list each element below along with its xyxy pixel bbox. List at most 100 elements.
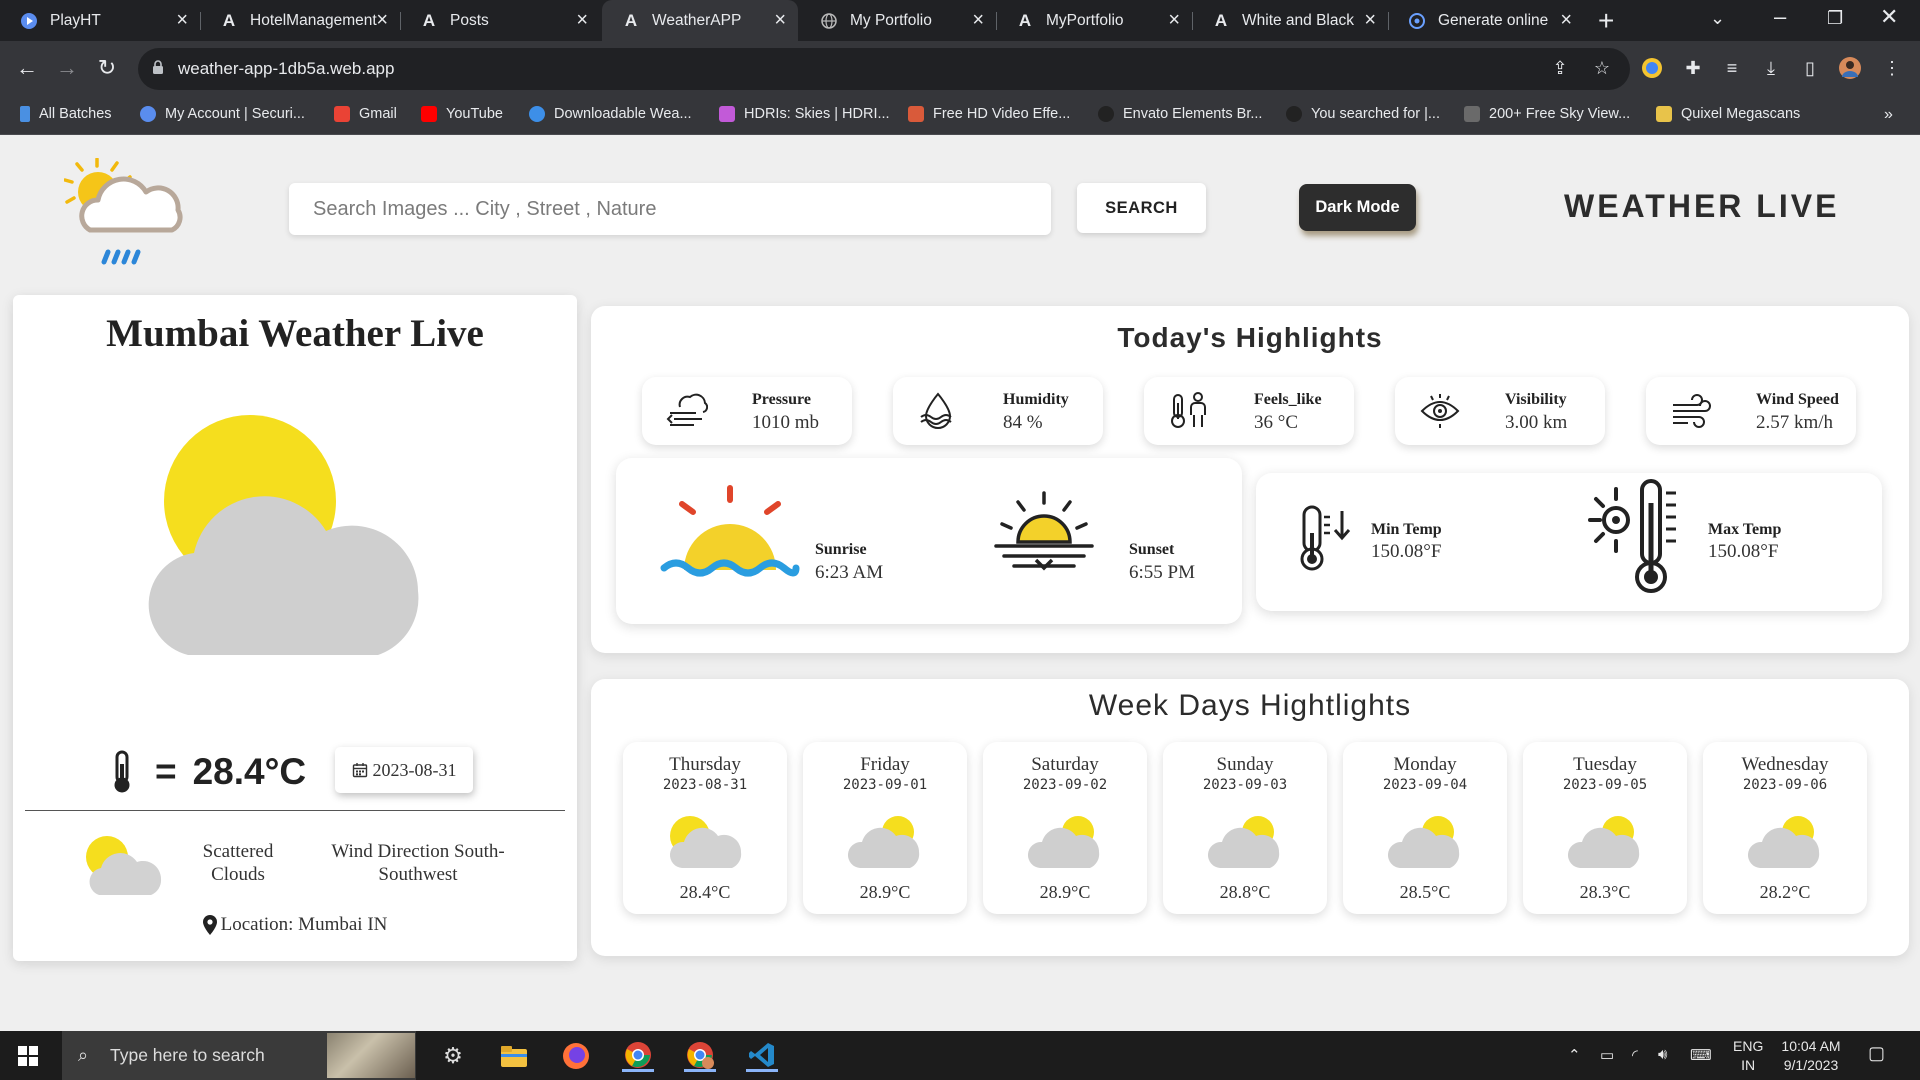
- bookmark-free-sky[interactable]: 200+ Free Sky View...: [1464, 106, 1630, 122]
- side-panel-icon[interactable]: ▯: [1798, 56, 1822, 80]
- bookmark-my-account[interactable]: My Account | Securi...: [140, 106, 305, 122]
- back-icon[interactable]: ←: [12, 53, 42, 83]
- volume-icon[interactable]: 🔊︎: [1658, 1046, 1667, 1063]
- tab-close-icon[interactable]: ×: [774, 10, 786, 30]
- file-explorer-icon[interactable]: [498, 1040, 530, 1072]
- day-date: 2023-09-02: [1022, 777, 1108, 793]
- bookmarks-overflow-icon[interactable]: »: [1884, 106, 1893, 124]
- app-title: WEATHER LIVE: [1564, 188, 1840, 224]
- tab-weatherapp[interactable]: A WeatherAPP ×: [602, 0, 798, 41]
- reload-icon[interactable]: ↻: [92, 53, 122, 83]
- sunrise-label: Sunrise: [815, 541, 867, 558]
- tray-chevron-icon[interactable]: ⌃: [1568, 1046, 1581, 1064]
- day-name: Wednesday: [1741, 754, 1829, 775]
- chrome-icon[interactable]: [622, 1040, 654, 1072]
- tab-myportfolio[interactable]: A MyPortfolio ×: [996, 0, 1192, 41]
- bookmark-envato[interactable]: Envato Elements Br...: [1098, 106, 1262, 122]
- windows-start-icon[interactable]: [18, 1046, 38, 1066]
- wifi-icon[interactable]: ◜: [1632, 1046, 1638, 1064]
- tab-title: WeatherAPP: [652, 11, 742, 29]
- tab-playht[interactable]: PlayHT ×: [0, 0, 200, 41]
- forward-icon[interactable]: →: [52, 53, 82, 83]
- bookmark-label: HDRIs: Skies | HDRI...: [744, 106, 890, 122]
- vscode-icon[interactable]: [746, 1040, 778, 1072]
- tab-posts[interactable]: A Posts ×: [400, 0, 600, 41]
- firefox-icon[interactable]: [560, 1040, 592, 1072]
- tab-title: PlayHT: [50, 11, 101, 29]
- bookmark-icon: [1464, 106, 1480, 122]
- profile-avatar[interactable]: [1838, 56, 1862, 80]
- feels-like-card: Feels_like 36 °C: [1144, 377, 1354, 445]
- tab-generate-online[interactable]: Generate online ×: [1388, 0, 1584, 41]
- tab-close-icon[interactable]: ×: [576, 10, 588, 30]
- bookmark-free-hd-video[interactable]: Free HD Video Effe...: [908, 106, 1070, 122]
- tab-white-and-black[interactable]: A White and Black ×: [1192, 0, 1388, 41]
- bookmark-star-icon[interactable]: ☆: [1590, 56, 1614, 80]
- windows-taskbar: ⌕ Type here to search ⚙ ⌃ ▭ ◜ 🔊︎ ⌨ ENG I…: [0, 1031, 1920, 1080]
- bookmarks-bar: All Batches My Account | Securi... Gmail…: [0, 97, 1920, 135]
- extensions-puzzle-icon[interactable]: ✚: [1681, 56, 1705, 80]
- download-icon[interactable]: ⤓: [1759, 56, 1783, 80]
- tab-close-icon[interactable]: ×: [1560, 10, 1572, 30]
- bookmark-you-searched[interactable]: You searched for |...: [1286, 106, 1440, 122]
- minimize-icon[interactable]: –: [1774, 4, 1786, 30]
- bookmark-all-batches[interactable]: All Batches: [20, 106, 112, 122]
- menu-kebab-icon[interactable]: ⋮: [1880, 56, 1904, 80]
- share-icon[interactable]: ⇪: [1548, 56, 1572, 80]
- stat-value: 84 %: [1003, 412, 1043, 433]
- day-card: Thursday 2023-08-31 28.4°C: [623, 742, 787, 914]
- max-temp-value: 150.08°F: [1708, 541, 1779, 562]
- tab-close-icon[interactable]: ×: [376, 10, 388, 30]
- search-input[interactable]: [289, 183, 1051, 235]
- bookmark-hdris[interactable]: HDRIs: Skies | HDRI...: [719, 106, 890, 122]
- pressure-card: Pressure 1010 mb: [642, 377, 852, 445]
- stat-value: 3.00 km: [1505, 412, 1568, 433]
- dark-mode-button[interactable]: Dark Mode: [1299, 184, 1416, 231]
- bookmark-gmail[interactable]: Gmail: [334, 106, 397, 122]
- chrome-profile-icon[interactable]: [684, 1040, 716, 1072]
- tab-hotelmanagement[interactable]: A HotelManagement ×: [200, 0, 400, 41]
- extension-profile-icon[interactable]: [1640, 56, 1664, 80]
- feels-like-icon: [1171, 392, 1206, 428]
- bookmark-icon: [908, 106, 924, 122]
- bookmark-icon: [140, 106, 156, 122]
- sunset-label: Sunset: [1129, 541, 1175, 558]
- close-window-icon[interactable]: ✕: [1880, 4, 1898, 30]
- taskbar-search-box[interactable]: ⌕ Type here to search: [62, 1031, 416, 1080]
- tab-my-portfolio[interactable]: My Portfolio ×: [800, 0, 996, 41]
- new-tab-icon[interactable]: +: [1598, 5, 1614, 37]
- settings-gear-icon[interactable]: ⚙: [437, 1040, 469, 1072]
- language-indicator[interactable]: ENG IN: [1733, 1037, 1763, 1075]
- keyboard-icon[interactable]: ⌨: [1690, 1046, 1712, 1064]
- location-row: Location: Mumbai IN: [13, 914, 577, 936]
- bookmark-youtube[interactable]: YouTube: [421, 106, 503, 122]
- weather-logo-icon: [64, 158, 183, 265]
- restore-icon[interactable]: ❐: [1827, 8, 1843, 29]
- day-temp: 28.9°C: [859, 882, 911, 902]
- tab-close-icon[interactable]: ×: [176, 10, 188, 30]
- cloudy-icon: [1748, 816, 1820, 868]
- search-icon: ⌕: [78, 1045, 89, 1065]
- battery-icon[interactable]: ▭: [1600, 1046, 1614, 1064]
- tab-close-icon[interactable]: ×: [1364, 10, 1376, 30]
- bookmark-downloadable-weather[interactable]: Downloadable Wea...: [529, 106, 692, 122]
- media-queue-icon[interactable]: ≡: [1720, 56, 1744, 80]
- tab-close-icon[interactable]: ×: [1168, 10, 1180, 30]
- stat-label: Visibility: [1505, 391, 1567, 408]
- address-bar[interactable]: weather-app-1db5a.web.app: [138, 48, 1630, 90]
- bookmark-quixel[interactable]: Quixel Megascans: [1656, 106, 1800, 122]
- day-card: Monday 2023-09-04 28.5°C: [1343, 742, 1507, 914]
- day-temp: 28.8°C: [1219, 882, 1271, 902]
- notifications-icon[interactable]: ▢: [1868, 1043, 1885, 1064]
- calendar-icon: [352, 763, 367, 778]
- tab-search-chevron-icon[interactable]: ⌄: [1710, 8, 1725, 29]
- system-clock[interactable]: 10:04 AM 9/1/2023: [1780, 1037, 1842, 1075]
- day-card: Tuesday 2023-09-05 28.3°C: [1523, 742, 1687, 914]
- tab-close-icon[interactable]: ×: [972, 10, 984, 30]
- day-name: Sunday: [1216, 754, 1274, 775]
- tab-title: White and Black: [1242, 11, 1354, 29]
- bookmark-icon: [1286, 106, 1302, 122]
- search-button[interactable]: SEARCH: [1077, 183, 1206, 233]
- bookmark-icon: [529, 106, 545, 122]
- current-date: 2023-08-31: [372, 759, 457, 780]
